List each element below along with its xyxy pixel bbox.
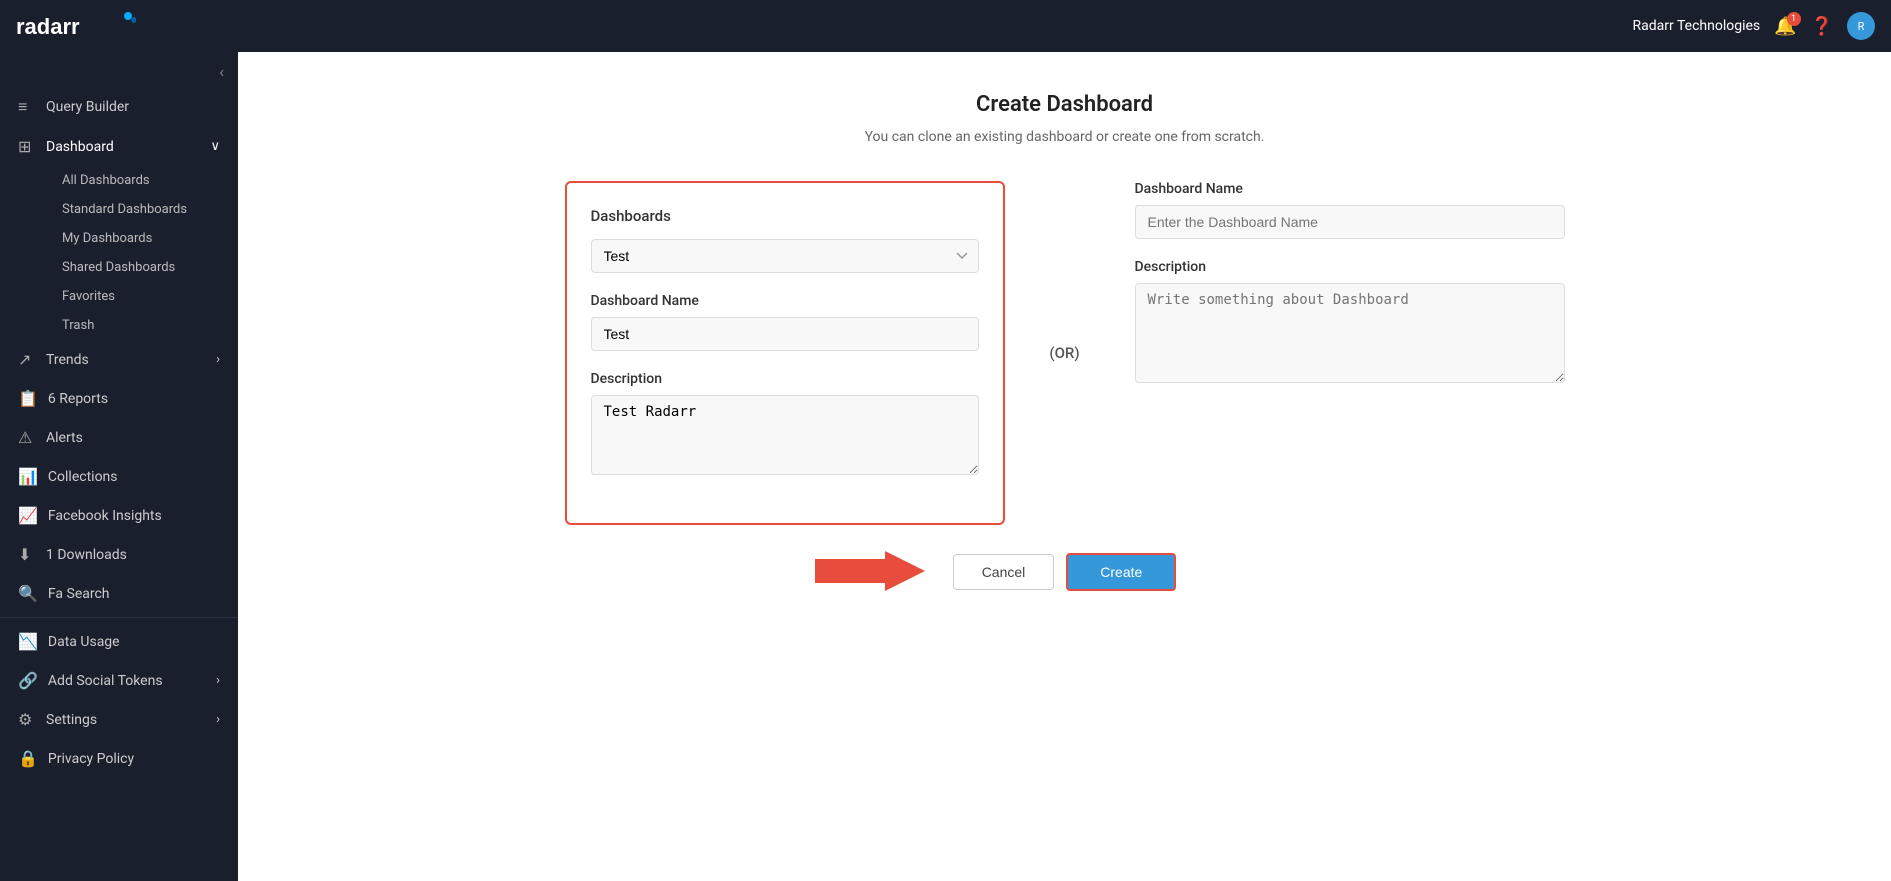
scratch-description-textarea[interactable] xyxy=(1135,283,1565,383)
sidebar-item-collections[interactable]: 📊 Collections xyxy=(0,457,238,496)
sidebar-item-my-dashboards[interactable]: My Dashboards xyxy=(48,224,238,253)
sidebar-item-search[interactable]: 🔍 Fa Search xyxy=(0,574,238,613)
sidebar-item-label: Privacy Policy xyxy=(48,751,134,767)
scratch-panel: Dashboard Name Description xyxy=(1125,181,1565,407)
avatar[interactable]: R xyxy=(1847,12,1875,40)
sidebar-item-shared-dashboards[interactable]: Shared Dashboards xyxy=(48,253,238,282)
page-subtitle: You can clone an existing dashboard or c… xyxy=(298,129,1831,145)
sidebar-divider xyxy=(0,617,238,618)
sidebar-item-favorites[interactable]: Favorites xyxy=(48,282,238,311)
scratch-description-group: Description xyxy=(1135,259,1565,387)
notification-badge: 1 xyxy=(1787,12,1801,26)
sidebar-item-label: Fa Search xyxy=(48,586,110,602)
dashboard-select-group: Test xyxy=(591,239,979,273)
logo: radarr xyxy=(16,10,136,42)
buttons-row: Cancel Create xyxy=(298,553,1831,591)
sidebar-item-label: Settings xyxy=(46,712,97,728)
sidebar-item-privacy-policy[interactable]: 🔒 Privacy Policy xyxy=(0,739,238,778)
sidebar-item-facebook-insights[interactable]: 📈 Facebook Insights xyxy=(0,496,238,535)
navbar-left: radarr xyxy=(16,10,136,42)
sidebar: ‹ ≡ Query Builder ⊞ Dashboard ∨ All Dash… xyxy=(0,52,238,881)
sidebar-item-label: Facebook Insights xyxy=(48,508,162,524)
sidebar-item-downloads[interactable]: ⬇ 1 Downloads xyxy=(0,535,238,574)
sidebar-item-dashboard[interactable]: ⊞ Dashboard ∨ xyxy=(0,127,238,166)
create-button[interactable]: Create xyxy=(1066,553,1176,591)
sidebar-item-label: Add Social Tokens xyxy=(48,673,163,689)
clone-panel-title: Dashboards xyxy=(591,207,979,225)
page-title: Create Dashboard xyxy=(298,92,1831,117)
clone-dashboard-name-group: Dashboard Name xyxy=(591,293,979,351)
sidebar-item-trash[interactable]: Trash xyxy=(48,311,238,340)
scratch-dashboard-name-input[interactable] xyxy=(1135,205,1565,239)
scratch-description-label: Description xyxy=(1135,259,1565,275)
collapse-icon[interactable]: ‹ xyxy=(219,62,224,81)
help-icon[interactable]: ❓ xyxy=(1811,16,1833,37)
dashboard-submenu: All Dashboards Standard Dashboards My Da… xyxy=(0,166,238,340)
notification-icon[interactable]: 🔔 1 xyxy=(1774,16,1796,37)
social-tokens-icon: 🔗 xyxy=(18,671,38,690)
sidebar-item-label: Data Usage xyxy=(48,634,120,650)
sidebar-item-label: 1 Downloads xyxy=(46,547,127,563)
sidebar-item-query-builder[interactable]: ≡ Query Builder xyxy=(0,87,238,127)
company-name: Radarr Technologies xyxy=(1633,18,1761,34)
cancel-button[interactable]: Cancel xyxy=(953,554,1055,590)
chevron-right-icon: › xyxy=(216,352,220,367)
clone-description-group: Description Test Radarr xyxy=(591,371,979,479)
navbar: radarr Radarr Technologies 🔔 1 ❓ R xyxy=(0,0,1891,52)
sidebar-item-label: Trends xyxy=(46,352,89,368)
clone-description-label: Description xyxy=(591,371,979,387)
sidebar-item-alerts[interactable]: ⚠ Alerts xyxy=(0,418,238,457)
navbar-right: Radarr Technologies 🔔 1 ❓ R xyxy=(1633,12,1875,40)
dashboard-icon: ⊞ xyxy=(18,137,36,156)
chevron-right-icon: › xyxy=(216,712,220,727)
clone-dashboard-name-input[interactable] xyxy=(591,317,979,351)
sidebar-item-settings[interactable]: ⚙ Settings › xyxy=(0,700,238,739)
sidebar-item-standard-dashboards[interactable]: Standard Dashboards xyxy=(48,195,238,224)
svg-text:radarr: radarr xyxy=(16,14,80,39)
settings-icon: ⚙ xyxy=(18,710,36,729)
sidebar-item-reports[interactable]: 📋 6 Reports xyxy=(0,379,238,418)
collections-icon: 📊 xyxy=(18,467,38,486)
clone-dashboard-name-label: Dashboard Name xyxy=(591,293,979,309)
scratch-dashboard-name-label: Dashboard Name xyxy=(1135,181,1565,197)
sidebar-item-label: Alerts xyxy=(46,430,83,446)
arrow-annotation xyxy=(805,549,935,597)
scratch-dashboard-name-group: Dashboard Name xyxy=(1135,181,1565,239)
sidebar-item-trends[interactable]: ↗ Trends › xyxy=(0,340,238,379)
sidebar-item-all-dashboards[interactable]: All Dashboards xyxy=(48,166,238,195)
alerts-icon: ⚠ xyxy=(18,428,36,447)
sidebar-item-label: Query Builder xyxy=(46,99,129,115)
facebook-insights-icon: 📈 xyxy=(18,506,38,525)
chevron-down-icon: ∨ xyxy=(210,139,220,154)
collapse-button[interactable]: ‹ xyxy=(0,52,238,87)
main-content: Create Dashboard You can clone an existi… xyxy=(238,52,1891,881)
dashboard-select[interactable]: Test xyxy=(591,239,979,273)
sidebar-item-data-usage[interactable]: 📉 Data Usage xyxy=(0,622,238,661)
clone-description-textarea[interactable]: Test Radarr xyxy=(591,395,979,475)
or-divider: (OR) xyxy=(1005,344,1125,362)
reports-icon: 📋 xyxy=(18,389,38,408)
clone-panel: Dashboards Test Dashboard Name Descripti… xyxy=(565,181,1005,525)
trends-icon: ↗ xyxy=(18,350,36,369)
downloads-icon: ⬇ xyxy=(18,545,36,564)
search-icon: 🔍 xyxy=(18,584,38,603)
chevron-right-icon: › xyxy=(216,673,220,688)
sidebar-item-label: Collections xyxy=(48,469,118,485)
query-builder-icon: ≡ xyxy=(18,97,36,117)
form-layout: Dashboards Test Dashboard Name Descripti… xyxy=(298,181,1831,525)
layout: ‹ ≡ Query Builder ⊞ Dashboard ∨ All Dash… xyxy=(0,52,1891,881)
sidebar-item-add-social-tokens[interactable]: 🔗 Add Social Tokens › xyxy=(0,661,238,700)
data-usage-icon: 📉 xyxy=(18,632,38,651)
sidebar-item-label: Dashboard xyxy=(46,139,114,155)
privacy-policy-icon: 🔒 xyxy=(18,749,38,768)
sidebar-item-label: 6 Reports xyxy=(48,391,108,407)
